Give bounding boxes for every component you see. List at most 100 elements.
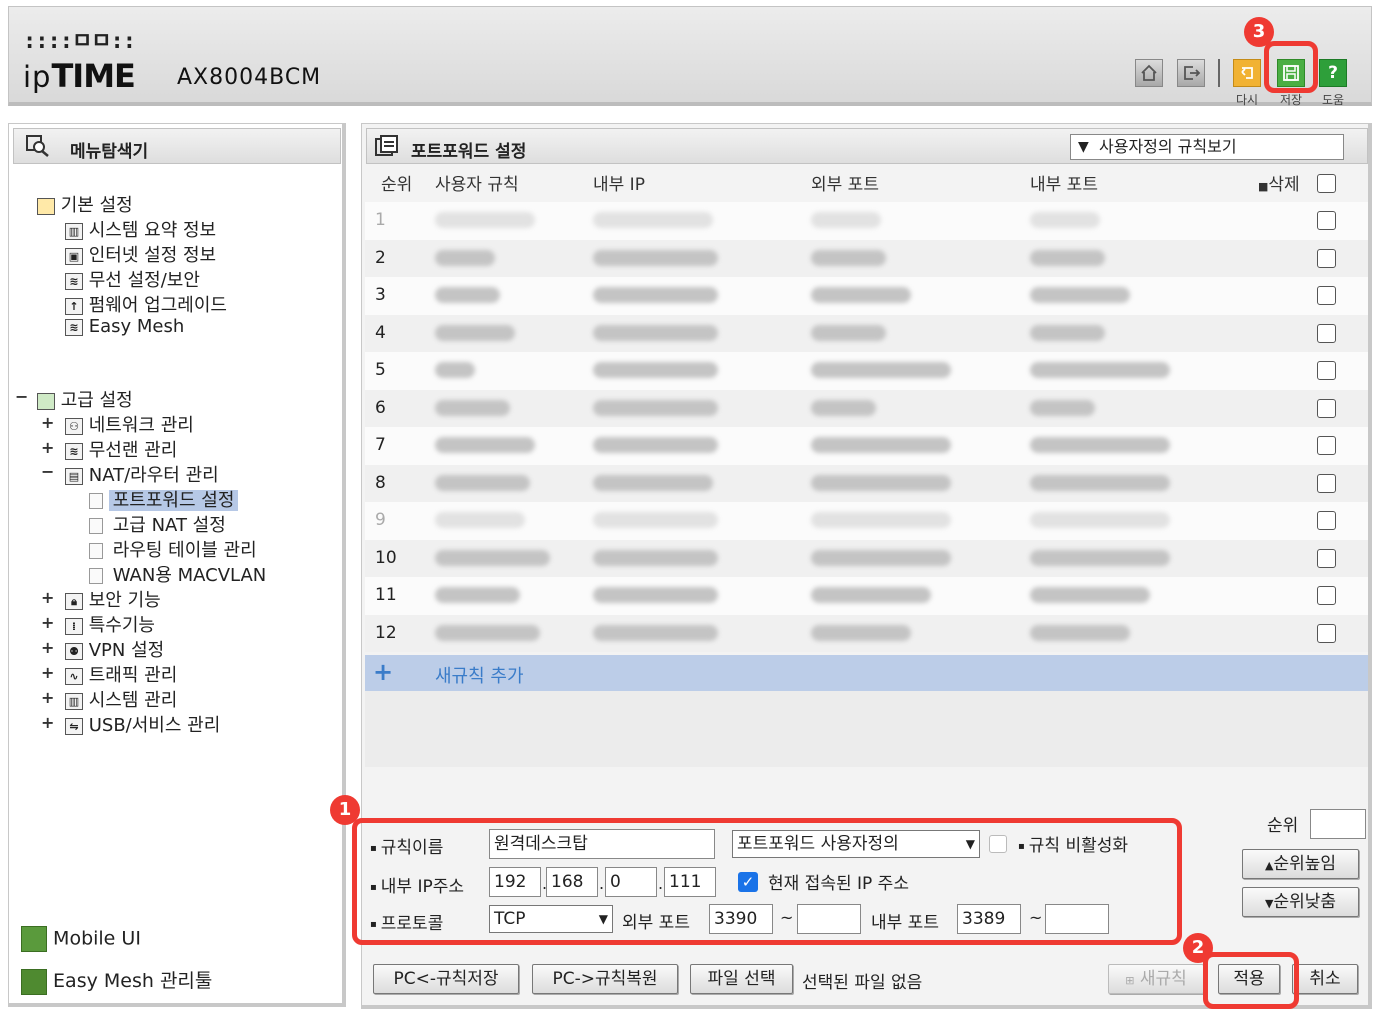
tree-item-label: VPN 설정 <box>88 640 165 661</box>
row-int-port <box>1030 352 1170 389</box>
table-row[interactable]: 4 <box>365 314 1368 352</box>
cancel-button[interactable]: 취소 <box>1292 964 1358 994</box>
expand-icon[interactable]: + <box>41 638 54 657</box>
order-down-button[interactable]: ▼순위낮춤 <box>1242 887 1359 917</box>
row-ip <box>593 202 713 239</box>
row-delete-checkbox[interactable] <box>1317 548 1336 568</box>
row-delete-checkbox[interactable] <box>1317 286 1336 305</box>
tree-item-network[interactable]: ⚇ 네트워크 관리 <box>65 411 194 437</box>
chart-icon: ▥ <box>65 692 83 710</box>
add-rule-row[interactable]: + 새규칙 추가 <box>365 655 1368 691</box>
expand-icon[interactable]: + <box>41 713 54 732</box>
row-number: 1 <box>375 210 386 230</box>
tree-item-portforward[interactable]: 포트포워드 설정 <box>89 486 239 512</box>
row-ext-port <box>811 502 951 539</box>
home-button[interactable] <box>1135 59 1163 87</box>
table-row[interactable]: 3 <box>365 277 1368 315</box>
expand-icon[interactable]: + <box>41 663 54 682</box>
row-delete-checkbox[interactable] <box>1317 473 1336 493</box>
choose-file-button[interactable]: 파일 선택 <box>690 964 793 994</box>
expand-icon[interactable]: + <box>41 588 54 607</box>
row-delete-checkbox[interactable] <box>1317 586 1336 605</box>
tree-item-special[interactable]: ⁞ 특수기능 <box>65 611 155 637</box>
select-all-checkbox[interactable] <box>1317 174 1336 193</box>
easymesh-tool-link[interactable]: Easy Mesh 관리툴 <box>21 966 212 995</box>
expand-icon[interactable]: + <box>41 688 54 707</box>
tree-item-wireless[interactable]: ≋ 무선랜 관리 <box>65 436 177 462</box>
tree-item-easymesh[interactable]: ≋ Easy Mesh <box>65 316 184 337</box>
table-row[interactable]: 1 <box>365 202 1368 240</box>
page-title: 포트포워드 설정 <box>411 142 527 162</box>
tree-item-routing-table[interactable]: 라우팅 테이블 관리 <box>89 536 257 562</box>
row-number: 10 <box>375 547 397 568</box>
annotation-badge-2: 2 <box>1183 933 1213 963</box>
row-delete-checkbox[interactable] <box>1317 361 1336 380</box>
mesh-tool-icon <box>21 968 47 995</box>
row-delete-checkbox[interactable] <box>1317 436 1336 455</box>
tree-advanced[interactable]: 고급 설정 <box>37 386 133 412</box>
row-delete-checkbox[interactable] <box>1317 398 1336 418</box>
backup-rules-button[interactable]: PC<-규칙저장 <box>373 964 519 994</box>
header-divider <box>1218 59 1220 87</box>
table-row[interactable]: 9 <box>365 502 1368 540</box>
expand-icon[interactable]: + <box>41 613 54 632</box>
table-row[interactable]: 2 <box>365 239 1368 277</box>
row-int-port <box>1030 577 1150 614</box>
row-ip <box>593 240 718 277</box>
restart-button[interactable] <box>1233 59 1261 87</box>
row-ext-port <box>811 315 886 352</box>
row-ip <box>593 540 718 577</box>
tree-item-wireless-security[interactable]: ≋ 무선 설정/보안 <box>65 266 200 292</box>
row-int-port <box>1030 540 1170 577</box>
tree-item-advanced-nat[interactable]: 고급 NAT 설정 <box>89 511 226 537</box>
menu-search-icon <box>26 135 49 157</box>
upgrade-icon: ↑ <box>65 297 83 315</box>
tree-item-usb[interactable]: ⇋ USB/서비스 관리 <box>65 711 220 737</box>
table-row[interactable]: 11 <box>365 577 1368 615</box>
brand-logo: ipTIME <box>23 57 136 95</box>
tree-item-traffic[interactable]: ∿ 트래픽 관리 <box>65 661 177 687</box>
row-delete-checkbox[interactable] <box>1317 211 1336 230</box>
table-row[interactable]: 12 <box>365 614 1368 652</box>
help-button[interactable]: ? <box>1319 59 1347 87</box>
new-rule-button[interactable]: ⊞ 새규칙 <box>1108 964 1204 994</box>
tree-item-wan-macvlan[interactable]: WAN용 MACVLAN <box>89 561 266 587</box>
row-number: 6 <box>375 397 386 418</box>
table-row[interactable]: 10 <box>365 539 1368 577</box>
row-ip <box>593 502 718 539</box>
logout-button[interactable] <box>1177 59 1205 87</box>
order-up-button[interactable]: ▲순위높임 <box>1242 849 1359 879</box>
row-delete-checkbox[interactable] <box>1317 323 1336 343</box>
col-internal-ip: 내부 IP <box>593 175 645 195</box>
expand-icon[interactable]: + <box>41 413 54 432</box>
router-icon: ▤ <box>65 467 83 485</box>
header: ::::ㅁㅁ:: ipTIME AX8004BCM 다시 저장 ? 도움 <box>8 6 1372 107</box>
expand-icon[interactable]: + <box>41 438 54 457</box>
table-row[interactable]: 8 <box>365 464 1368 502</box>
order-input[interactable] <box>1310 809 1366 839</box>
mobile-ui-link[interactable]: Mobile UI <box>21 926 141 952</box>
table-row[interactable]: 6 <box>365 389 1368 427</box>
tree-item-internet-info[interactable]: ▣ 인터넷 설정 정보 <box>65 241 216 267</box>
row-number: 4 <box>375 322 386 343</box>
tree-item-firmware[interactable]: ↑ 펌웨어 업그레이드 <box>65 291 227 317</box>
table-row[interactable]: 7 <box>365 427 1368 465</box>
tree-item-system-summary[interactable]: ▥ 시스템 요약 정보 <box>65 216 216 242</box>
collapse-icon[interactable]: − <box>41 462 54 481</box>
tree-item-system[interactable]: ▥ 시스템 관리 <box>65 686 177 712</box>
row-number: 9 <box>375 510 386 530</box>
row-delete-checkbox[interactable] <box>1317 511 1336 530</box>
row-ip <box>593 277 718 314</box>
tree-item-vpn[interactable]: ⚉ VPN 설정 <box>65 636 164 662</box>
row-delete-checkbox[interactable] <box>1317 623 1336 643</box>
collapse-icon[interactable]: − <box>15 387 28 406</box>
col-delete: ■삭제 <box>1258 168 1300 204</box>
rule-view-select[interactable]: ▼ 사용자정의 규칙보기 <box>1070 134 1344 160</box>
tree-item-nat[interactable]: ▤ NAT/라우터 관리 <box>65 461 219 487</box>
restore-rules-button[interactable]: PC->규칙복원 <box>532 964 678 994</box>
network-icon: ⚇ <box>65 417 83 435</box>
table-row[interactable]: 5 <box>365 352 1368 390</box>
tree-basic[interactable]: 기본 설정 <box>37 191 133 217</box>
row-delete-checkbox[interactable] <box>1317 248 1336 268</box>
tree-item-security[interactable]: 🔒︎ 보안 기능 <box>65 586 161 612</box>
